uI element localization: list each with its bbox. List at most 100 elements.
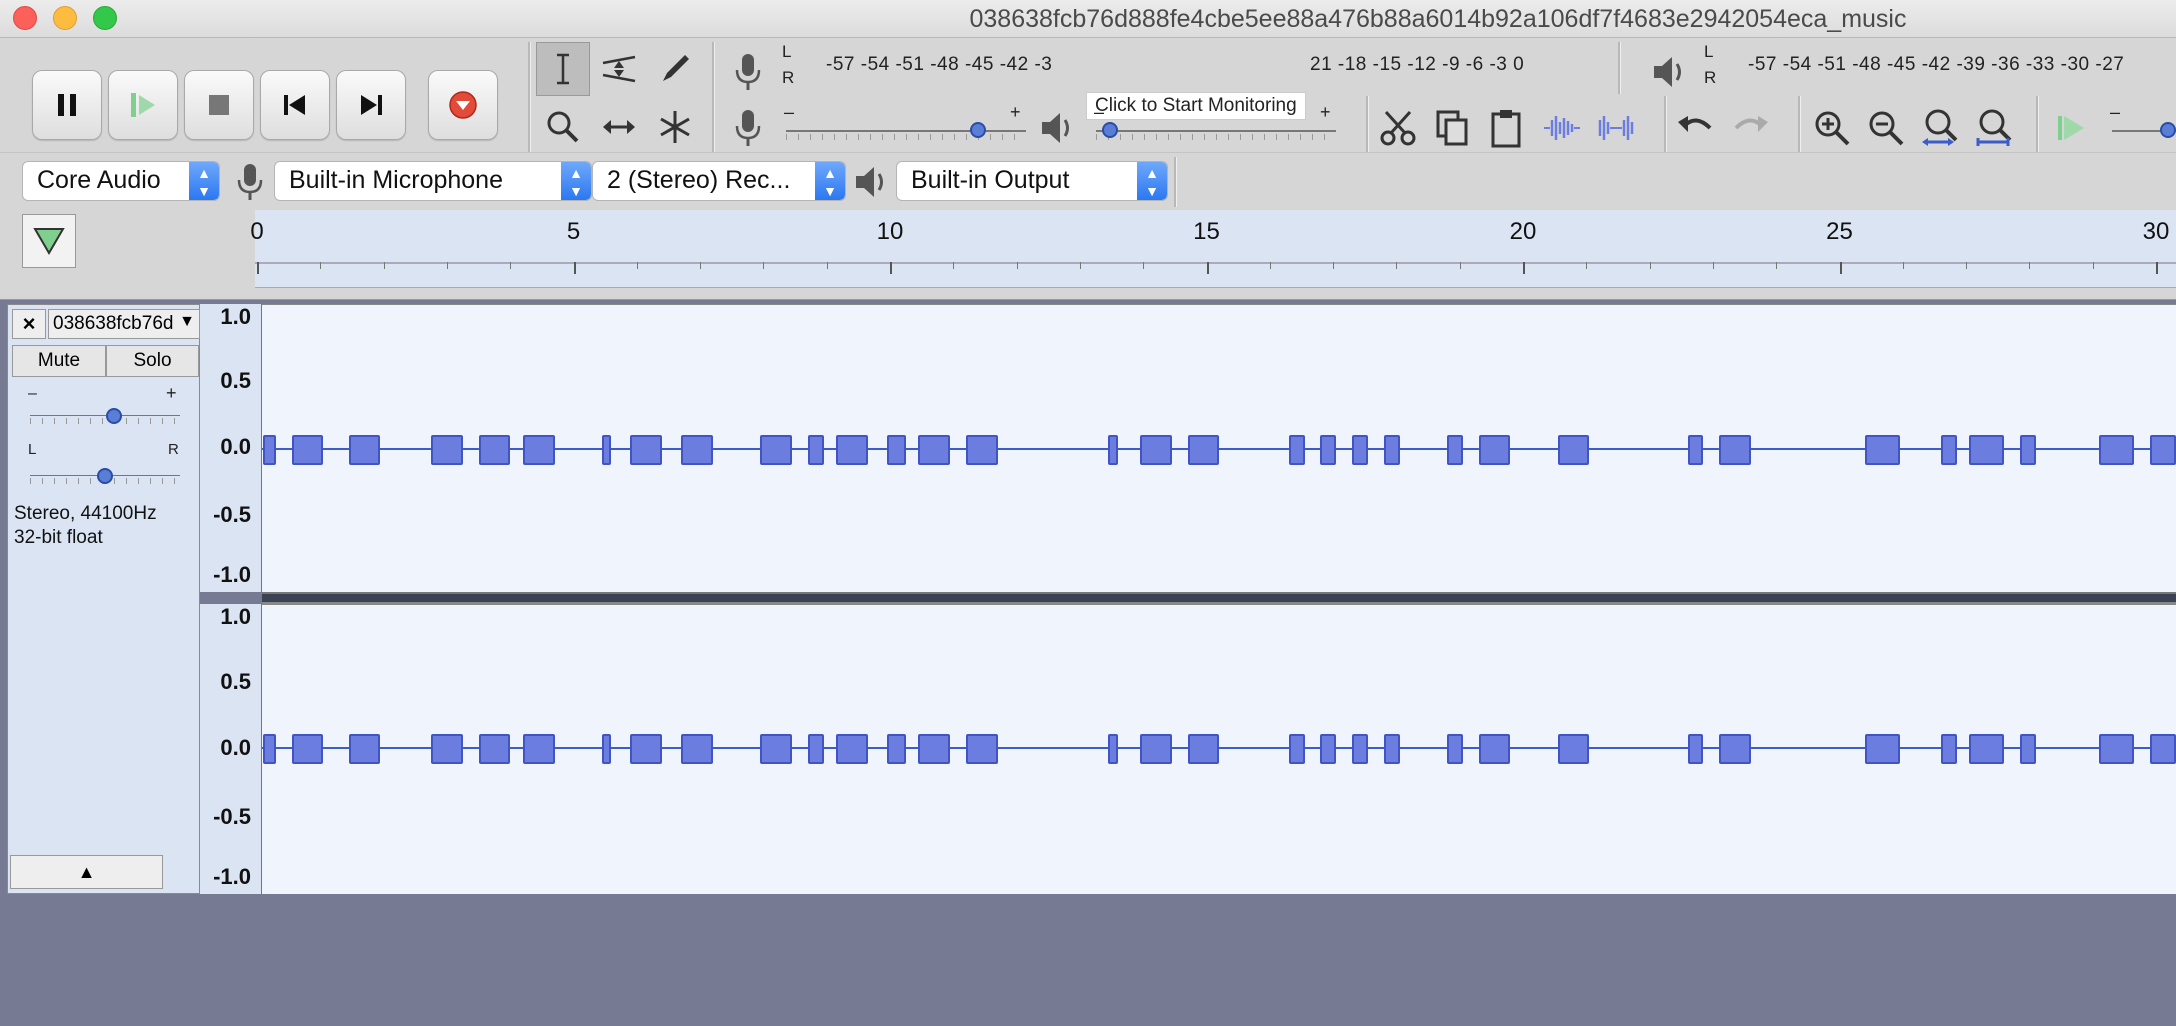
gain-slider-track[interactable]	[30, 415, 180, 416]
track-name-menu[interactable]: 038638fcb76d ▼	[48, 309, 200, 339]
collapse-track-button[interactable]: ▲	[10, 855, 163, 889]
waveform-segment[interactable]	[348, 435, 381, 465]
waveform-segment[interactable]	[1557, 734, 1590, 764]
waveform-segment[interactable]	[1478, 734, 1511, 764]
waveform-segment[interactable]	[1719, 734, 1751, 764]
waveform-segment[interactable]	[836, 435, 868, 465]
waveform-segment[interactable]	[2149, 435, 2176, 465]
silence-audio-button[interactable]	[1590, 102, 1642, 154]
waveform-segment[interactable]	[886, 734, 906, 764]
envelope-tool[interactable]	[592, 42, 646, 96]
playback-device-select[interactable]: Built-in Output ▲ ▼	[896, 161, 1168, 201]
waveform-segment[interactable]	[1864, 435, 1900, 465]
waveform-segment[interactable]	[1940, 435, 1957, 465]
waveform-segment[interactable]	[807, 734, 824, 764]
playback-meter-scale[interactable]: -57 -54 -51 -48 -45 -42 -39 -36 -33 -30 …	[1748, 54, 2124, 76]
waveform-segment[interactable]	[1478, 435, 1511, 465]
waveform-segment[interactable]	[1969, 435, 2005, 465]
waveform-segment[interactable]	[760, 734, 792, 764]
waveform-segment[interactable]	[1108, 435, 1118, 465]
waveform-segment[interactable]	[522, 734, 555, 764]
waveform-segment[interactable]	[918, 734, 951, 764]
output-volume-slider-knob[interactable]	[1102, 122, 1118, 138]
waveform-segment[interactable]	[1187, 734, 1220, 764]
waveform-segment[interactable]	[2019, 435, 2036, 465]
waveform-segment[interactable]	[1288, 734, 1305, 764]
waveform-segment[interactable]	[2019, 734, 2036, 764]
record-meter-scale[interactable]: -57 -54 -51 -48 -45 -42 -3	[826, 54, 1052, 76]
selection-tool[interactable]	[536, 42, 590, 96]
waveform-segment[interactable]	[1557, 435, 1590, 465]
waveform-segment[interactable]	[1447, 435, 1463, 465]
waveform-segment[interactable]	[965, 435, 998, 465]
waveform-segment[interactable]	[807, 435, 824, 465]
copy-button[interactable]	[1426, 102, 1478, 154]
trim-audio-button[interactable]	[1536, 102, 1588, 154]
waveform-segment[interactable]	[1969, 734, 2005, 764]
waveform-segment[interactable]	[1187, 435, 1220, 465]
waveform-segment[interactable]	[1719, 435, 1751, 465]
empty-project-area[interactable]	[0, 894, 2176, 1026]
left-channel-amplitude-ruler[interactable]: 1.0 0.5 0.0 -0.5 -1.0	[200, 304, 262, 592]
waveform-segment[interactable]	[1383, 734, 1400, 764]
waveform-segment[interactable]	[263, 734, 276, 764]
waveform-segment[interactable]	[522, 435, 555, 465]
recording-device-select[interactable]: Built-in Microphone ▲ ▼	[274, 161, 592, 201]
waveform-segment[interactable]	[886, 435, 906, 465]
waveform-segment[interactable]	[431, 435, 463, 465]
skip-to-start-button[interactable]	[260, 70, 330, 140]
waveform-segment[interactable]	[681, 435, 713, 465]
waveform-segment[interactable]	[965, 734, 998, 764]
multi-tool[interactable]	[648, 100, 702, 154]
waveform-segment[interactable]	[291, 734, 324, 764]
waveform-segment[interactable]	[1383, 435, 1400, 465]
cut-button[interactable]	[1372, 102, 1424, 154]
zoom-in-button[interactable]	[1806, 102, 1858, 154]
waveform-segment[interactable]	[681, 734, 713, 764]
stop-button[interactable]	[184, 70, 254, 140]
waveform-segment[interactable]	[431, 734, 463, 764]
fit-project-button[interactable]	[1968, 102, 2020, 154]
record-meter-scale-right[interactable]: 21 -18 -15 -12 -9 -6 -3 0	[1310, 54, 1524, 76]
record-meter-button[interactable]	[722, 46, 774, 98]
mute-button[interactable]: Mute	[12, 345, 106, 377]
track-close-button[interactable]: ×	[12, 309, 46, 339]
waveform-segment[interactable]	[1687, 435, 1704, 465]
waveform-segment[interactable]	[1447, 734, 1463, 764]
waveform-segment[interactable]	[1320, 734, 1337, 764]
pause-button[interactable]	[32, 70, 102, 140]
right-channel-waveform[interactable]	[262, 604, 2176, 894]
channel-separator[interactable]	[262, 592, 2176, 604]
waveform-segment[interactable]	[1352, 734, 1368, 764]
gain-slider-knob[interactable]	[106, 408, 122, 424]
play-head-button[interactable]	[22, 214, 76, 268]
waveform-segment[interactable]	[263, 435, 276, 465]
waveform-segment[interactable]	[291, 435, 324, 465]
waveform-segment[interactable]	[1140, 734, 1172, 764]
draw-tool[interactable]	[648, 42, 702, 96]
waveform-segment[interactable]	[1108, 734, 1118, 764]
waveform-segment[interactable]	[2099, 435, 2134, 465]
waveform-segment[interactable]	[2099, 734, 2134, 764]
time-shift-tool[interactable]	[592, 100, 646, 154]
play-speed-slider-knob[interactable]	[2160, 122, 2176, 138]
waveform-segment[interactable]	[1140, 435, 1172, 465]
waveform-segment[interactable]	[630, 734, 663, 764]
waveform-segment[interactable]	[1320, 435, 1337, 465]
output-volume-slider-track[interactable]	[1096, 130, 1336, 132]
waveform-segment[interactable]	[601, 435, 612, 465]
waveform-segment[interactable]	[918, 435, 951, 465]
right-channel-amplitude-ruler[interactable]: 1.0 0.5 0.0 -0.5 -1.0	[200, 604, 262, 894]
skip-to-end-button[interactable]	[336, 70, 406, 140]
waveform-segment[interactable]	[2149, 734, 2176, 764]
input-volume-slider-track[interactable]	[786, 130, 1026, 132]
waveform-segment[interactable]	[478, 435, 511, 465]
waveform-segment[interactable]	[1864, 734, 1900, 764]
zoom-tool[interactable]	[536, 100, 590, 154]
waveform-segment[interactable]	[760, 435, 792, 465]
waveform-segment[interactable]	[601, 734, 612, 764]
zoom-out-button[interactable]	[1860, 102, 1912, 154]
input-volume-slider-knob[interactable]	[970, 122, 986, 138]
recording-channels-select[interactable]: 2 (Stereo) Rec... ▲ ▼	[592, 161, 846, 201]
waveform-segment[interactable]	[1288, 435, 1305, 465]
